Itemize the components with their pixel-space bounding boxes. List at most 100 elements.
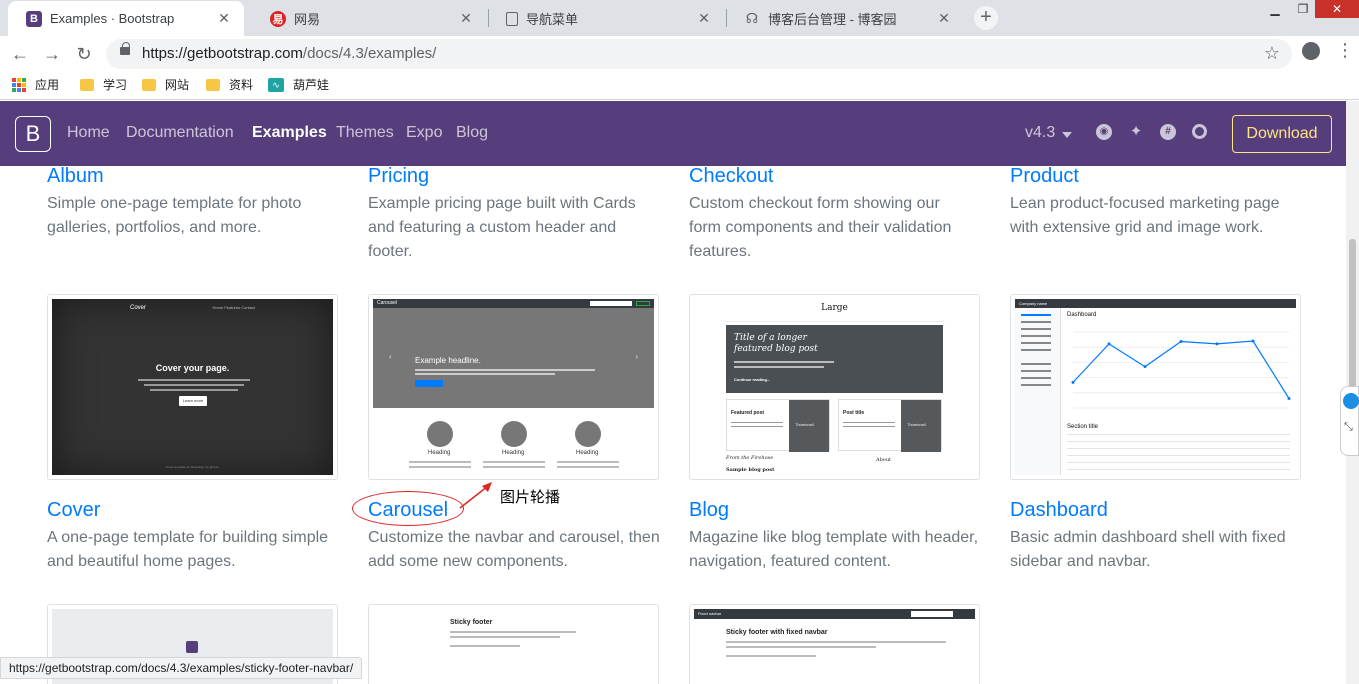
text-line [557,461,619,463]
nav-documentation[interactable]: Documentation [126,124,234,142]
nav-expo[interactable]: Expo [406,124,442,142]
slack-icon[interactable]: # [1160,124,1176,140]
close-tab-icon[interactable]: ✕ [936,10,952,27]
maximize-button[interactable]: ❐ [1289,0,1317,18]
cover-thumbnail[interactable]: Cover Home Features Contact Cover your p… [47,294,338,480]
url-text[interactable]: https://getbootstrap.com/docs/4.3/exampl… [142,45,436,62]
tab-title: 导航菜单 [526,12,579,27]
example-card-blog: Blog Magazine like blog template with he… [689,498,979,574]
carousel-preview-navbar: Carousel [373,299,654,308]
dashboard-sidebar [1015,308,1061,475]
card-title[interactable]: Blog [689,498,979,522]
example-card-cover: Cover A one-page template for building s… [47,498,342,574]
thumbnail-label: Thumbnail [907,422,926,427]
text-line [450,645,520,647]
bootstrap-mini-logo [186,641,198,653]
forward-button[interactable]: → [40,42,64,66]
chevron-down-icon[interactable] [1062,132,1072,138]
sticky-footer-navbar-thumbnail[interactable]: Fixed navbar Sticky footer with fixed na… [689,604,980,684]
twitter-icon[interactable]: ✦ [1128,124,1144,140]
new-tab-button[interactable]: + [974,6,998,30]
blog-card: Post title Thumbnail [838,399,942,452]
bookmark-huluwa[interactable]: ∿ 葫芦娃 [268,76,329,93]
carousel-thumbnail[interactable]: Carousel Example headline. ‹ › Heading H… [368,294,659,480]
carousel-brand: Carousel [377,300,398,306]
sticky-footer-thumbnail[interactable]: Sticky footer [368,604,659,684]
tab-title: Examples · Bootstrap [50,11,175,26]
carousel-headline: Example headline. [415,356,481,365]
text-line [483,461,545,463]
dashboard-company: Company name [1019,301,1048,306]
bookmarks-bar: 应用 学习 网站 资料 ∿ 葫芦娃 [0,70,1359,100]
scrollbar-thumb[interactable] [1349,239,1356,407]
carousel-slide: Example headline. ‹ › [373,308,654,408]
tab-blog-admin[interactable]: ☊ 博客后台管理 - 博客园 ✕ [726,1,964,36]
bookmark-study[interactable]: 学习 [80,76,127,93]
bookmark-apps[interactable]: 应用 [12,76,59,93]
examples-content: Album Simple one-page template for photo… [0,166,1346,684]
floating-side-widget[interactable]: ⤡ [1340,386,1359,456]
text-line [138,379,250,381]
card-title[interactable]: Album [47,166,322,188]
version-dropdown[interactable]: v4.3 [1025,124,1055,142]
nav-examples[interactable]: Examples [252,124,327,142]
close-window-button[interactable]: ✕ [1315,0,1359,18]
search-box [590,301,632,306]
nav-blog[interactable]: Blog [456,124,488,142]
browser-tab-bar: B Examples · Bootstrap ✕ 易 网易 ✕ 导航菜单 ✕ ☊… [0,0,1359,36]
dashboard-thumbnail[interactable]: Company name Dashboard Section title [1010,294,1301,480]
minimize-button[interactable]: ▁ [1261,0,1289,18]
cover-learn-more: Learn more [179,396,207,406]
reload-button[interactable]: ↻ [72,42,96,66]
tab-nav-menu[interactable]: 导航菜单 ✕ [488,1,724,36]
bookmark-sites[interactable]: 网站 [142,76,189,93]
card-title[interactable]: Checkout [689,166,974,188]
sticky-footer-title: Sticky footer [450,619,493,626]
card-description: Custom checkout form showing our form co… [689,195,952,260]
profile-avatar-icon[interactable] [1302,42,1320,60]
tab-examples-bootstrap[interactable]: B Examples · Bootstrap ✕ [8,1,244,36]
card-title[interactable]: Pricing [368,166,653,188]
download-button[interactable]: Download [1232,115,1332,153]
blog-card-title: Featured post [731,410,765,416]
search-box [911,611,953,617]
text-line [843,426,895,427]
nav-themes[interactable]: Themes [336,124,394,142]
bookmark-label: 资料 [229,78,254,92]
tab-netease[interactable]: 易 网易 ✕ [252,1,486,36]
close-tab-icon[interactable]: ✕ [458,10,474,27]
blog-thumbnail[interactable]: Large Title of a longer featured blog po… [689,294,980,480]
address-bar[interactable]: https://getbootstrap.com/docs/4.3/exampl… [106,39,1292,69]
annotation-ellipse [352,491,464,526]
bootstrap-logo[interactable]: B [15,116,51,152]
netease-favicon-icon: 易 [270,10,286,27]
browser-menu-icon[interactable]: ⋮ [1336,40,1354,60]
close-tab-icon[interactable]: ✕ [696,10,712,27]
blog-featured-jumbotron: Title of a longer featured blog post Con… [726,325,943,393]
bookmark-resources[interactable]: 资料 [206,76,253,93]
example-card-checkout: Checkout Custom checkout form showing ou… [689,166,974,264]
apps-grid-icon [12,77,26,92]
dashboard-heading: Dashboard [1067,312,1097,318]
status-bar-url: https://getbootstrap.com/docs/4.3/exampl… [0,657,363,679]
back-button[interactable]: ← [8,42,32,66]
github-icon[interactable]: ◉ [1096,124,1112,140]
preview-navbar: Fixed navbar [694,609,975,619]
nav-home[interactable]: Home [67,124,110,142]
card-title[interactable]: Product [1010,166,1300,188]
thumbnail-label: Thumbnail [795,422,814,427]
browser-toolbar: ← → ↻ https://getbootstrap.com/docs/4.3/… [0,36,1359,70]
folder-icon [206,78,220,91]
text-line [726,641,946,643]
card-description: Customize the navbar and carousel, then … [368,529,660,570]
card-description: Lean product-focused marketing page with… [1010,195,1280,236]
chart-point [1287,397,1291,400]
card-title[interactable]: Cover [47,498,342,522]
folder-icon [80,78,94,91]
blog-post-title: Sample blog post [726,467,775,473]
bookmark-star-icon[interactable]: ☆ [1264,43,1280,64]
opencollective-icon[interactable] [1192,124,1207,139]
close-tab-icon[interactable]: ✕ [216,10,232,27]
text-line [557,466,619,468]
card-title[interactable]: Dashboard [1010,498,1300,522]
